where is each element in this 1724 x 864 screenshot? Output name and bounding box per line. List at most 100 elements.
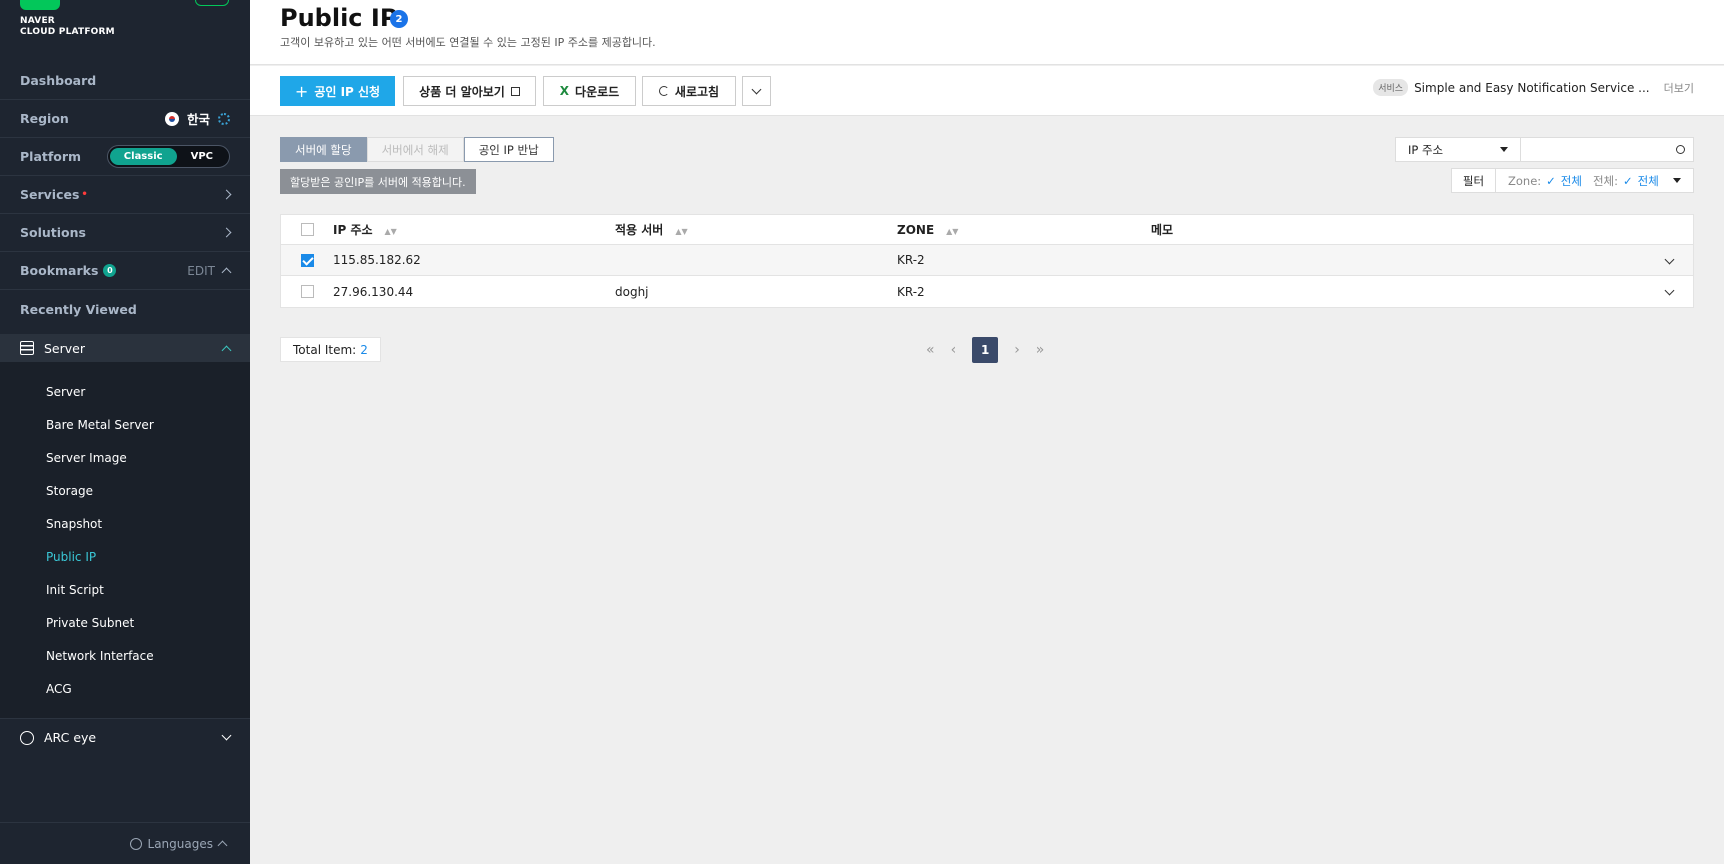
download-button[interactable]: X 다운로드 (543, 76, 636, 106)
sidebar: NAVER CLOUD PLATFORM Dashboard Region 한국… (0, 0, 250, 864)
cell-ip: 27.96.130.44 (333, 284, 414, 299)
sort-icon: ▲▼ (675, 227, 688, 236)
nav-arc-eye[interactable]: ARC eye (0, 718, 250, 756)
more-actions-button[interactable] (742, 76, 771, 106)
last-page-icon[interactable]: » (1036, 342, 1045, 358)
bookmarks-count-badge: 0 (103, 264, 117, 277)
submenu-snapshot[interactable]: Snapshot (0, 508, 250, 541)
nav-platform-label: Platform (20, 149, 82, 164)
chevron-down-icon[interactable] (221, 730, 232, 741)
select-all-checkbox[interactable] (300, 223, 314, 236)
nav-recently-viewed-label: Recently Viewed (20, 301, 137, 317)
nav-platform: Platform Classic VPC (0, 138, 250, 176)
search-field-select[interactable]: IP 주소 (1396, 138, 1521, 161)
submenu-network-interface[interactable]: Network Interface (0, 640, 250, 673)
assign-to-server-button[interactable]: 서버에 할당 (280, 137, 367, 162)
cell-ip: 115.85.182.62 (333, 253, 421, 267)
gear-icon[interactable] (218, 112, 230, 125)
next-page-icon[interactable]: › (1014, 342, 1020, 358)
bookmarks-edit-link[interactable]: EDIT (187, 264, 215, 278)
server-submenu: Server Bare Metal Server Server Image St… (0, 362, 250, 718)
plus-icon: + (294, 81, 309, 101)
nav-solutions[interactable]: Solutions (0, 214, 250, 252)
submenu-acg[interactable]: ACG (0, 673, 250, 706)
filter-button[interactable]: 필터 (1452, 169, 1496, 192)
korea-flag-icon (164, 111, 179, 126)
row-checkbox[interactable] (300, 285, 314, 298)
submenu-bare-metal-server[interactable]: Bare Metal Server (0, 409, 250, 442)
excel-icon: X (559, 84, 570, 98)
table-header: IP 주소 ▲▼ 적용 서버 ▲▼ ZONE ▲▼ 메모 (281, 215, 1693, 245)
platform-classic[interactable]: Classic (109, 148, 177, 165)
filter-summary[interactable]: Zone: ✓ 전체 전체: ✓ 전체 (1496, 173, 1693, 189)
prev-page-icon[interactable]: ‹ (951, 342, 957, 358)
refresh-icon (658, 86, 669, 96)
nav-region-label: Region (20, 111, 69, 126)
all-filter-label: 전체: (1592, 173, 1619, 188)
column-zone[interactable]: ZONE ▲▼ (897, 223, 1151, 237)
chevron-up-icon[interactable] (221, 267, 232, 278)
pagination: « ‹ 1 › » (926, 337, 1044, 363)
submenu-server[interactable]: Server (0, 376, 250, 409)
chevron-down-icon (751, 84, 762, 94)
column-ip-label: IP 주소 (333, 223, 373, 237)
nav-solutions-label: Solutions (20, 225, 86, 240)
learn-more-label: 상품 더 알아보기 (419, 84, 505, 99)
submenu-public-ip[interactable]: Public IP (0, 541, 250, 574)
refresh-button[interactable]: 새로고침 (642, 76, 736, 106)
download-label: 다운로드 (575, 84, 620, 99)
chevron-up-icon[interactable] (221, 345, 232, 355)
nav-recently-viewed[interactable]: Recently Viewed (0, 290, 250, 328)
nav-bookmarks[interactable]: Bookmarks 0 EDIT (0, 252, 250, 290)
service-more-link[interactable]: 더보기 (1664, 80, 1694, 96)
cell-zone: KR-2 (897, 284, 925, 299)
title-count-badge: 2 (390, 10, 408, 28)
submenu-storage[interactable]: Storage (0, 475, 250, 508)
return-public-ip-button[interactable]: 공인 IP 반납 (463, 137, 554, 162)
search-field-value: IP 주소 (1408, 142, 1444, 157)
first-page-icon[interactable]: « (926, 342, 935, 358)
search-icon[interactable] (1667, 138, 1693, 161)
column-server[interactable]: 적용 서버 ▲▼ (615, 221, 897, 238)
nav-region[interactable]: Region 한국 (0, 100, 250, 138)
apply-label: 공인 IP 신청 (314, 84, 381, 99)
learn-more-button[interactable]: 상품 더 알아보기 (403, 76, 536, 106)
service-notice-text[interactable]: Simple and Easy Notification Service ... (1414, 81, 1650, 95)
nav-bookmarks-label: Bookmarks (20, 263, 99, 278)
apply-public-ip-button[interactable]: + 공인 IP 신청 (280, 76, 395, 106)
nav-dashboard[interactable]: Dashboard (0, 62, 250, 100)
submenu-private-subnet[interactable]: Private Subnet (0, 607, 250, 640)
submenu-server-image[interactable]: Server Image (0, 442, 250, 475)
zone-filter-label: Zone: (1508, 173, 1542, 188)
chevron-right-icon (221, 189, 232, 200)
search-input[interactable] (1521, 138, 1667, 161)
zone-filter-value: 전체 (1560, 173, 1582, 188)
page-button-current[interactable]: 1 (972, 337, 999, 363)
table-row[interactable]: 115.85.182.62 KR-2 (281, 245, 1693, 276)
naver-cloud-logo[interactable]: NAVER CLOUD PLATFORM (20, 0, 115, 38)
chevron-up-icon (217, 840, 228, 851)
new-dot-icon: • (81, 189, 88, 200)
total-label: Total Item: (293, 342, 357, 357)
table-row[interactable]: 27.96.130.44 doghj KR-2 (281, 276, 1693, 307)
external-link-icon (510, 86, 520, 96)
row-checkbox[interactable] (300, 253, 314, 267)
nav-services[interactable]: Services • (0, 176, 250, 214)
chevron-down-icon[interactable] (1664, 254, 1675, 265)
check-icon: ✓ (1623, 173, 1633, 188)
public-ip-table: IP 주소 ▲▼ 적용 서버 ▲▼ ZONE ▲▼ 메모 115.85.182.62 … (280, 214, 1694, 308)
main-content: Public IP 2 고객이 보유하고 있는 어떤 서버에도 연결될 수 있는… (250, 0, 1724, 864)
nav-server-group[interactable]: Server (0, 334, 250, 362)
total-items: Total Item: 2 (280, 337, 381, 362)
languages-menu[interactable]: Languages (0, 822, 250, 864)
service-tag: 서비스 (1373, 79, 1409, 96)
platform-vpc[interactable]: VPC (177, 148, 227, 165)
column-ip[interactable]: IP 주소 ▲▼ (333, 221, 615, 238)
server-icon (20, 341, 34, 355)
platform-toggle[interactable]: Classic VPC (106, 145, 230, 168)
caret-down-icon (1673, 178, 1681, 183)
chevron-down-icon[interactable] (1664, 285, 1675, 296)
service-notice[interactable]: 서비스 Simple and Easy Notification Service… (1373, 79, 1694, 96)
unassign-from-server-button[interactable]: 서버에서 해제 (366, 137, 464, 162)
submenu-init-script[interactable]: Init Script (0, 574, 250, 607)
